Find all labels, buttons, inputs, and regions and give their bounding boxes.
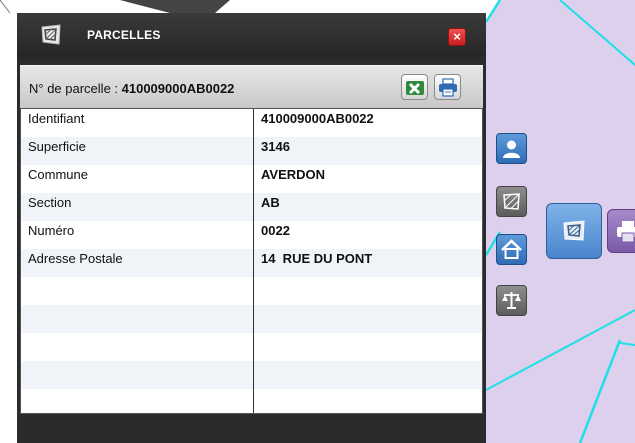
home-icon [501, 239, 522, 259]
home-tool-button[interactable] [496, 234, 527, 265]
law-tool-button[interactable] [496, 285, 527, 316]
parcel-attributes-table: Identifiant 410009000AB0022 Superficie 3… [20, 108, 483, 414]
parcel-icon [563, 220, 585, 241]
close-button[interactable]: × [448, 28, 466, 46]
parcel-subheader: N° de parcelle : 410009000AB0022 [20, 65, 483, 108]
table-row [21, 389, 482, 413]
panel-header: PARCELLES × [17, 13, 486, 57]
attribute-value: AVERDON [261, 167, 326, 182]
parcel-number-label: N° de parcelle : 410009000AB0022 [29, 81, 234, 96]
floating-print-button[interactable] [607, 209, 635, 253]
table-row [21, 361, 482, 389]
table-row: Identifiant 410009000AB0022 [21, 109, 482, 137]
table-row [21, 277, 482, 305]
table-row [21, 305, 482, 333]
print-button[interactable] [434, 74, 461, 100]
parcel-panel: PARCELLES × N° de parcelle : 410009000AB… [17, 13, 486, 443]
panel-footer [17, 415, 486, 443]
user-icon [503, 140, 520, 158]
parcel-number: 410009000AB0022 [121, 81, 235, 96]
table-row: Numéro 0022 [21, 221, 482, 249]
attribute-value: 0022 [261, 223, 290, 238]
attribute-value: AB [261, 195, 280, 210]
printer-icon [439, 78, 457, 97]
floating-parcel-button[interactable] [546, 203, 602, 259]
printer-icon [617, 221, 635, 243]
attribute-label: Identifiant [28, 111, 85, 126]
attribute-value: 410009000AB0022 [261, 111, 374, 126]
parcel-tool-button[interactable] [496, 186, 527, 217]
table-row: Adresse Postale 14 RUE DU PONT [21, 249, 482, 277]
parcel-icon [39, 23, 63, 47]
scales-icon [502, 292, 521, 309]
table-row: Superficie 3146 [21, 137, 482, 165]
excel-icon [406, 81, 424, 95]
attribute-label: Commune [28, 167, 88, 182]
parcel-icon [503, 193, 520, 210]
table-row: Commune AVERDON [21, 165, 482, 193]
attribute-label: Numéro [28, 223, 75, 238]
attribute-label: Section [28, 195, 72, 210]
parcel-prefix: N° de parcelle : [29, 81, 122, 96]
table-row [21, 333, 482, 361]
panel-title: PARCELLES [87, 28, 161, 42]
column-divider [253, 109, 254, 413]
export-excel-button[interactable] [401, 74, 428, 100]
attribute-label: Superficie [28, 139, 86, 154]
attribute-label: Adresse Postale [28, 251, 123, 266]
attribute-value: 14 RUE DU PONT [261, 251, 373, 266]
attribute-value: 3146 [261, 139, 290, 154]
table-row: Section AB [21, 193, 482, 221]
user-tool-button[interactable] [496, 133, 527, 164]
